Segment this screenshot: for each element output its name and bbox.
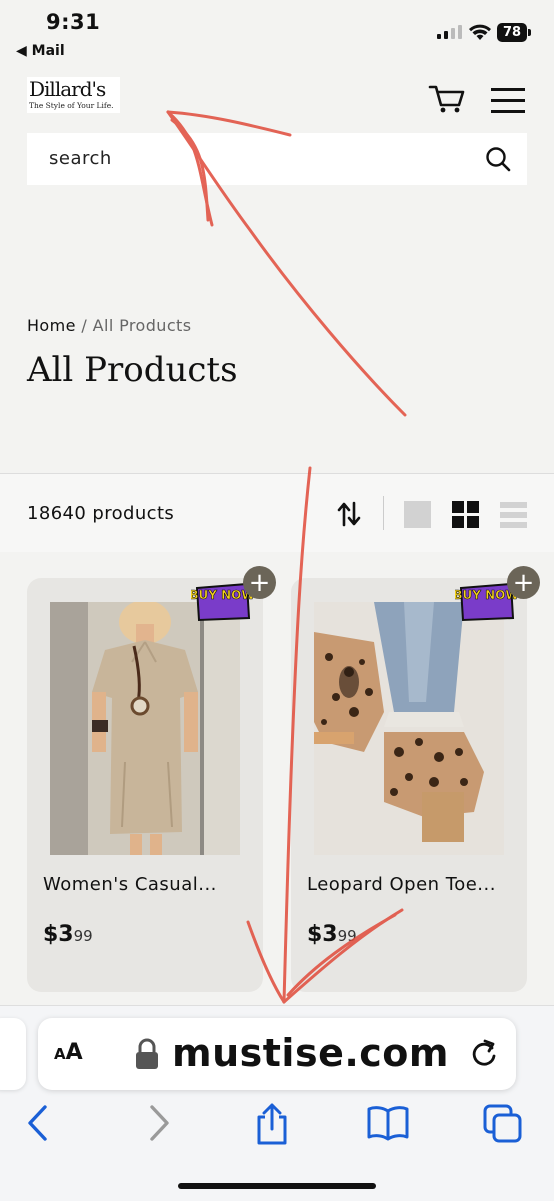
- toolbar-divider: [383, 496, 384, 530]
- product-toolbar: 18640 products: [0, 473, 554, 552]
- breadcrumb-home[interactable]: Home: [27, 316, 76, 335]
- tabs-icon[interactable]: [482, 1103, 524, 1145]
- address-bar[interactable]: AA mustise.com: [38, 1018, 516, 1090]
- product-name[interactable]: Women's Casual...: [43, 874, 217, 895]
- cellular-signal-icon: [437, 25, 462, 39]
- breadcrumb: Home / All Products: [27, 316, 191, 335]
- buy-now-text-top: BUY NOW: [191, 588, 253, 602]
- product-count: 18640 products: [27, 503, 175, 524]
- share-icon[interactable]: [253, 1103, 291, 1147]
- dillards-logo[interactable]: Dillard's The Style of Your Life.: [27, 77, 120, 113]
- back-to-mail-link[interactable]: ◀ Mail: [16, 43, 65, 59]
- battery-icon: 78: [497, 23, 531, 42]
- buy-now-text-top: BUY NOW: [455, 588, 517, 602]
- search-icon[interactable]: [485, 146, 511, 172]
- aa-big: A: [65, 1040, 83, 1065]
- wifi-icon: [469, 24, 491, 40]
- back-icon[interactable]: [25, 1103, 51, 1143]
- hamburger-menu-icon[interactable]: [491, 88, 525, 121]
- reload-icon[interactable]: [470, 1038, 498, 1068]
- forward-icon[interactable]: [146, 1103, 172, 1143]
- quick-add-button[interactable]: +: [507, 566, 540, 599]
- price-dollars: $3: [307, 922, 338, 947]
- cart-icon[interactable]: [428, 84, 466, 114]
- search-input[interactable]: search: [27, 133, 527, 185]
- aa-small: A: [54, 1045, 66, 1063]
- price-cents: 99: [73, 927, 93, 945]
- sort-arrows-icon[interactable]: [337, 501, 361, 527]
- price-dollars: $3: [43, 922, 74, 947]
- product-image-dress[interactable]: [50, 602, 240, 855]
- home-indicator[interactable]: [178, 1183, 376, 1189]
- reader-options-button[interactable]: AA: [54, 1040, 83, 1065]
- status-time: 9:31: [46, 10, 101, 34]
- page-title: All Products: [27, 350, 238, 390]
- url-domain[interactable]: mustise.com: [172, 1031, 449, 1075]
- logo-tagline: The Style of Your Life.: [29, 101, 114, 110]
- product-name[interactable]: Leopard Open Toe...: [307, 874, 496, 895]
- previous-tab-preview[interactable]: [0, 1018, 26, 1090]
- quick-add-button[interactable]: +: [243, 566, 276, 599]
- product-card[interactable]: Leopard Open Toe... $399: [291, 578, 527, 992]
- product-card[interactable]: Women's Casual... $399: [27, 578, 263, 992]
- logo-brand: Dillard's: [29, 77, 106, 101]
- price-cents: 99: [337, 927, 357, 945]
- product-image-leopard-wedge[interactable]: [314, 602, 504, 855]
- breadcrumb-current: All Products: [92, 316, 192, 335]
- product-price: $399: [43, 922, 93, 947]
- list-view-icon[interactable]: [500, 502, 527, 532]
- single-column-view-icon[interactable]: [404, 501, 431, 528]
- bookmarks-icon[interactable]: [366, 1103, 410, 1143]
- grid-view-icon[interactable]: [452, 501, 479, 528]
- search-placeholder: search: [49, 148, 112, 169]
- breadcrumb-separator: /: [75, 316, 93, 335]
- product-price: $399: [307, 922, 357, 947]
- lock-icon: [136, 1038, 158, 1069]
